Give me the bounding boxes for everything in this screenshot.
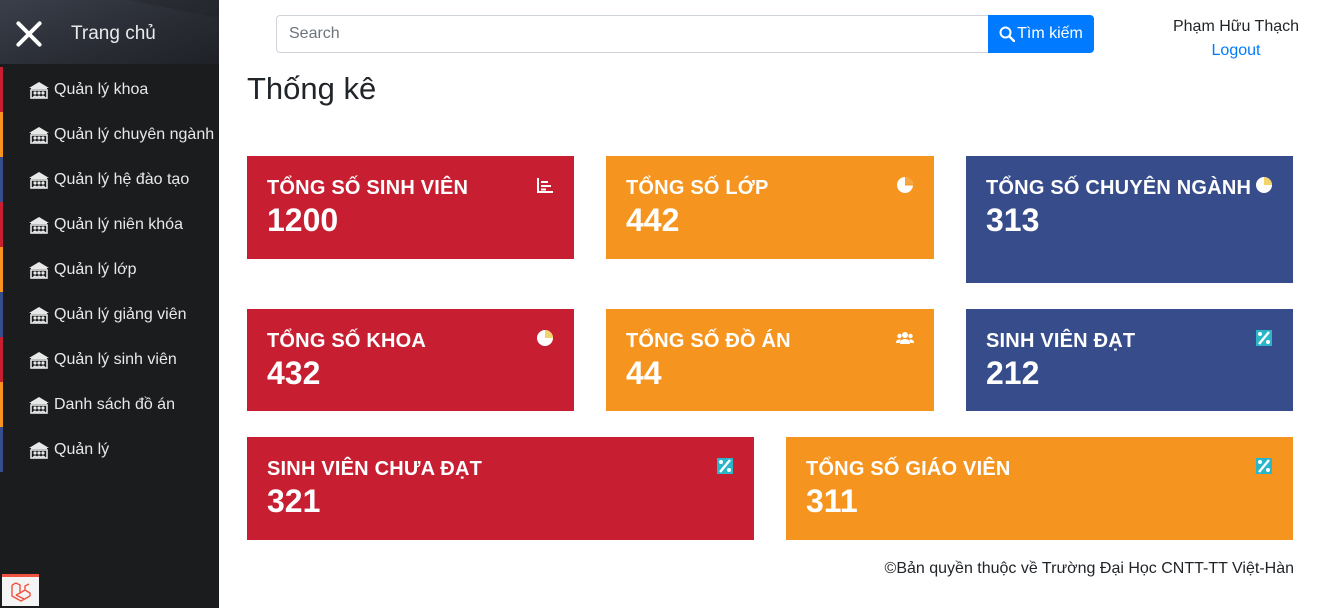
school-icon (28, 441, 50, 459)
search-input[interactable] (276, 15, 988, 53)
logout-link[interactable]: Logout (1166, 42, 1306, 60)
stat-card-lop[interactable]: Tổng số lớp 442 (606, 156, 934, 259)
school-icon (28, 261, 50, 279)
stat-value: 44 (626, 355, 662, 391)
user-name: Phạm Hữu Thạch (1172, 18, 1300, 35)
school-icon (28, 171, 50, 189)
stat-card-sv-chua-dat[interactable]: Sinh viên chưa đạt 321 (247, 437, 754, 540)
sidebar-item-label: Quản lý giảng viên (54, 305, 187, 323)
school-icon (28, 306, 50, 324)
close-icon[interactable] (14, 19, 44, 49)
search-button-label: Tìm kiếm (1017, 25, 1083, 42)
sidebar-item-quan-ly[interactable]: Quản lý (0, 427, 219, 472)
search-button[interactable]: Tìm kiếm (988, 15, 1094, 53)
sidebar-title[interactable]: Trang chủ (71, 23, 156, 45)
sidebar-header: Trang chủ (0, 0, 219, 64)
stat-value: 212 (986, 355, 1040, 391)
sidebar-menu: Quản lý khoa Quản lý chuyên ngành Quản l… (0, 67, 219, 472)
sidebar-item-giang-vien[interactable]: Quản lý giảng viên (0, 292, 219, 337)
sidebar-item-khoa[interactable]: Quản lý khoa (0, 67, 219, 112)
sidebar-item-do-an[interactable]: Danh sách đồ án (0, 382, 219, 427)
pie-chart-icon (896, 176, 914, 194)
percent-icon (716, 457, 734, 475)
sidebar-item-label: Quản lý sinh viên (54, 350, 177, 368)
sidebar-item-he-dao-tao[interactable]: Quản lý hệ đào tạo (0, 157, 219, 202)
stat-value: 313 (986, 202, 1040, 238)
school-icon (28, 126, 50, 144)
sidebar-item-label: Quản lý hệ đào tạo (54, 170, 190, 188)
page-title: Thống kê (247, 71, 377, 106)
stat-card-chuyen-nganh[interactable]: Tổng số chuyên ngành 313 (966, 156, 1293, 283)
sidebar-item-label: Quản lý lớp (54, 260, 137, 278)
stat-label: Sinh viên đạt (986, 330, 1136, 352)
stat-label: Tổng số sinh viên (267, 177, 469, 199)
stat-label: Tổng số chuyên ngành (986, 177, 1252, 199)
sidebar-item-sinh-vien[interactable]: Quản lý sinh viên (0, 337, 219, 382)
percent-icon (1255, 329, 1273, 347)
stat-label: Tổng số đồ án (626, 330, 791, 352)
school-icon (28, 216, 50, 234)
sidebar-item-label: Quản lý khoa (54, 80, 149, 98)
sidebar-item-label: Danh sách đồ án (54, 395, 175, 413)
user-box: Phạm Hữu Thạch Logout (1166, 18, 1306, 60)
percent-icon (1255, 457, 1273, 475)
laravel-logo-icon[interactable] (2, 574, 39, 606)
stat-label: Tổng số lớp (626, 177, 769, 199)
sidebar-item-label: Quản lý chuyên ngành (54, 125, 215, 143)
stat-card-sv-dat[interactable]: Sinh viên đạt 212 (966, 309, 1293, 411)
sidebar-item-chuyen-nganh[interactable]: Quản lý chuyên ngành (0, 112, 219, 157)
sidebar-item-label: Quản lý (54, 440, 110, 458)
stat-card-sinh-vien[interactable]: Tổng số sinh viên 1200 (247, 156, 574, 259)
stat-value: 321 (267, 483, 321, 519)
search-bar: Tìm kiếm (276, 15, 1094, 53)
stat-label: Sinh viên chưa đạt (267, 458, 483, 480)
school-icon (28, 351, 50, 369)
bar-chart-icon (536, 176, 554, 194)
stat-label: Tổng số giáo viên (806, 458, 1011, 480)
school-icon (28, 396, 50, 414)
stat-value: 432 (267, 355, 321, 391)
stat-label: Tổng số khoa (267, 330, 427, 352)
pie-chart-icon (1255, 176, 1273, 194)
sidebar-item-lop[interactable]: Quản lý lớp (0, 247, 219, 292)
sidebar-item-label: Quản lý niên khóa (54, 215, 183, 233)
stat-value: 311 (806, 483, 858, 519)
stat-card-giao-vien[interactable]: Tổng số giáo viên 311 (786, 437, 1293, 540)
search-icon (999, 26, 1016, 42)
school-icon (28, 81, 50, 99)
stat-value: 442 (626, 202, 680, 238)
sidebar-item-nien-khoa[interactable]: Quản lý niên khóa (0, 202, 219, 247)
pie-chart-icon (536, 329, 554, 347)
sidebar: Trang chủ Quản lý khoa Quản lý chuyên ng… (0, 0, 219, 608)
footer-copyright: ©Bản quyền thuộc về Trường Đại Học CNTT-… (884, 560, 1294, 577)
stat-value: 1200 (267, 202, 339, 238)
stat-card-do-an[interactable]: Tổng số đồ án 44 (606, 309, 934, 411)
users-icon (896, 329, 914, 347)
stat-card-khoa[interactable]: Tổng số khoa 432 (247, 309, 574, 411)
